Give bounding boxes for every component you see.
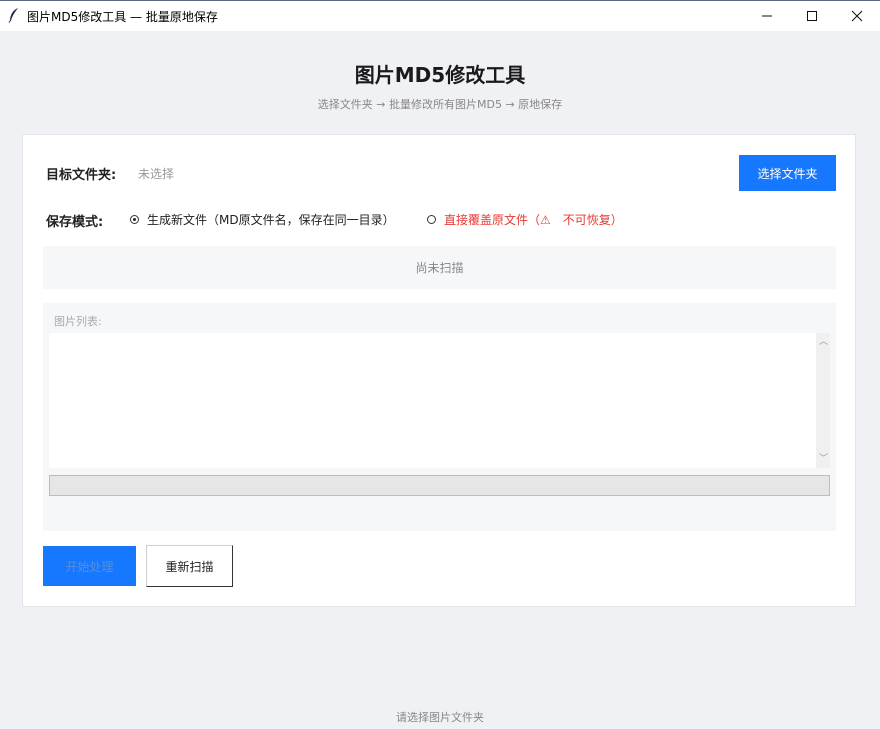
window-titlebar: 图片MD5修改工具 — 批量原地保存 [0,0,880,31]
maximize-icon [807,11,817,21]
image-list-label: 图片列表: [54,315,102,328]
scroll-up-icon[interactable]: ︿ [819,337,828,347]
save-mode-new-file-label: 生成新文件（MD原文件名，保存在同一目录） [147,213,395,227]
image-list-scrollbar[interactable]: ︿ ﹀ [816,333,830,468]
folder-label: 目标文件夹: [46,168,117,183]
folder-path: 未选择 [138,167,175,181]
save-mode-overwrite-radio[interactable]: 直接覆盖原文件（⚠ 不可恢复） [427,211,623,228]
image-list[interactable]: ︿ ﹀ [49,333,830,468]
progress-bar [49,475,830,496]
window-title: 图片MD5修改工具 — 批量原地保存 [27,10,218,24]
save-mode-overwrite-label: 直接覆盖原文件（⚠ 不可恢复） [444,213,623,227]
rescan-button[interactable]: 重新扫描 [146,545,233,587]
minimize-icon [762,15,772,17]
page-subtitle: 选择文件夹 → 批量修改所有图片MD5 → 原地保存 [317,98,563,111]
page-title: 图片MD5修改工具 [354,63,526,87]
image-list-panel: 图片列表: ︿ ﹀ [43,303,836,531]
scan-status: 尚未扫描 [43,246,836,289]
radio-selected-icon [130,215,139,224]
scroll-down-icon[interactable]: ﹀ [819,454,828,464]
close-button[interactable] [834,1,880,31]
radio-unselected-icon [427,215,436,224]
save-mode-label: 保存模式: [46,215,104,230]
feather-icon [7,7,21,23]
choose-folder-button[interactable]: 选择文件夹 [739,155,836,191]
maximize-button[interactable] [789,1,835,31]
start-button[interactable]: 开始处理 [43,546,136,586]
main-card: 目标文件夹: 未选择 选择文件夹 保存模式: 生成新文件（MD原文件名，保存在同… [22,134,856,607]
close-icon [851,10,863,22]
status-bar: 请选择图片文件夹 [396,711,484,724]
minimize-button[interactable] [744,1,790,31]
save-mode-new-file-radio[interactable]: 生成新文件（MD原文件名，保存在同一目录） [130,211,395,228]
